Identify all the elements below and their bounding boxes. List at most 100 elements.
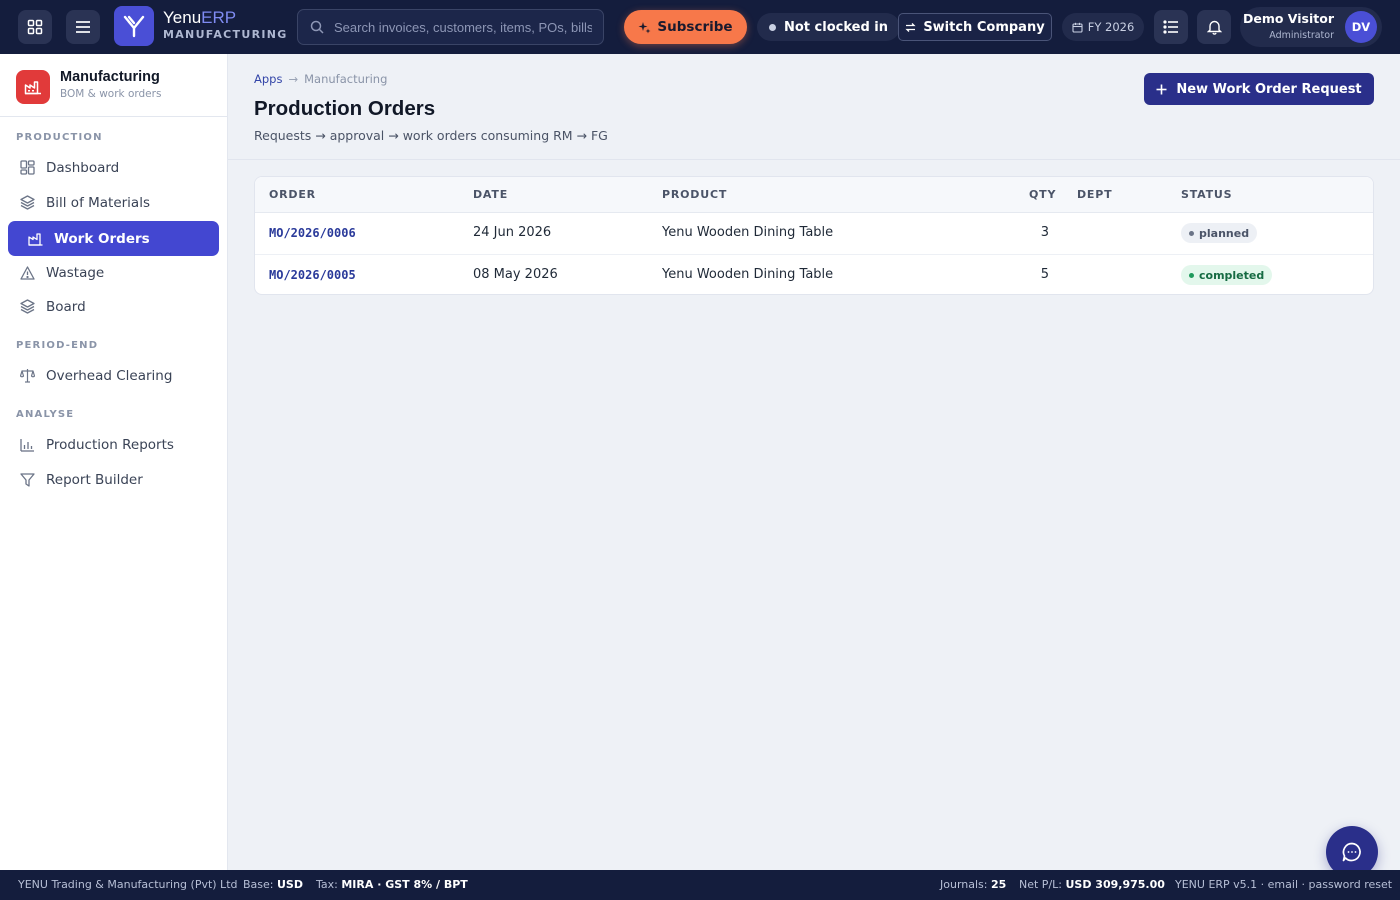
sidebar-item-dashboard[interactable]: Dashboard [8, 150, 219, 185]
table-row[interactable]: MO/2026/0006 24 Jun 2026 Yenu Wooden Din… [255, 213, 1373, 254]
task-list-button[interactable] [1154, 10, 1188, 44]
sidebar-item-label: Board [46, 298, 86, 315]
user-menu[interactable]: Demo Visitor Administrator DV [1240, 7, 1382, 47]
scale-icon [20, 369, 35, 383]
column-header-dept[interactable]: DEPT [1077, 188, 1112, 201]
plus-icon [1156, 84, 1167, 94]
sidebar-item-board[interactable]: Board [8, 289, 219, 324]
sidebar-item-report-builder[interactable]: Report Builder [8, 462, 219, 497]
sidebar-item-production-reports[interactable]: Production Reports [8, 427, 219, 462]
page-title: Production Orders [254, 97, 436, 120]
footer-pl-value: USD 309,975.00 [1065, 878, 1165, 891]
hamburger-icon [76, 21, 90, 33]
filter-icon [20, 472, 35, 487]
global-search[interactable] [297, 9, 604, 45]
switch-company-button[interactable]: Switch Company [898, 13, 1052, 41]
top-bar: YenuERP MANUFACTURING Subscribe Not cloc… [0, 0, 1400, 54]
bar-chart-icon [20, 438, 34, 452]
fiscal-year-label: FY 2026 [1087, 20, 1135, 34]
factory-icon [28, 232, 43, 246]
footer-base-currency: Base: USD [243, 878, 303, 891]
new-work-order-request-label: New Work Order Request [1176, 81, 1362, 97]
apps-grid-button[interactable] [18, 10, 52, 44]
footer-net-pl: Net P/L: USD 309,975.00 [1019, 878, 1165, 891]
column-header-date[interactable]: DATE [473, 188, 508, 201]
status-badge: planned [1181, 223, 1258, 243]
fiscal-year-selector[interactable]: FY 2026 [1062, 13, 1144, 41]
switch-company-label: Switch Company [923, 19, 1045, 35]
footer-tax-value: MIRA · GST 8% / BPT [341, 878, 468, 891]
brand-logo[interactable] [114, 6, 154, 46]
layers-icon [20, 299, 35, 314]
brand-text: YenuERP MANUFACTURING [163, 8, 288, 42]
menu-toggle-button[interactable] [66, 10, 100, 44]
brand-name-suffix: ERP [201, 8, 237, 27]
status-dot-icon [1189, 272, 1194, 278]
sidebar-item-overhead-clearing[interactable]: Overhead Clearing [8, 358, 219, 393]
column-header-product[interactable]: PRODUCT [662, 188, 727, 201]
table-header: ORDER DATE PRODUCT QTY DEPT STATUS [255, 177, 1373, 213]
factory-app-icon [16, 70, 50, 104]
yenu-logo-icon [123, 15, 145, 38]
apps-grid-icon [27, 19, 43, 35]
column-header-status[interactable]: STATUS [1181, 188, 1232, 201]
sidebar-item-label: Bill of Materials [46, 194, 150, 211]
dashboard-icon [20, 160, 35, 175]
page-subtitle: Requests → approval → work orders consum… [254, 128, 608, 143]
brand-name-prefix: Yenu [163, 8, 202, 27]
search-icon [310, 20, 324, 34]
sidebar-item-label: Production Reports [46, 436, 174, 453]
status-footer: YENU Trading & Manufacturing (Pvt) Ltd B… [0, 870, 1400, 900]
section-label-analyse: ANALYSE [16, 409, 75, 420]
order-product: Yenu Wooden Dining Table [662, 267, 834, 282]
footer-company: YENU Trading & Manufacturing (Pvt) Ltd [18, 878, 238, 891]
footer-journals-label: Journals: [940, 878, 988, 891]
order-qty: 5 [1040, 267, 1049, 282]
order-number-link[interactable]: MO/2026/0006 [269, 226, 356, 240]
order-number-link[interactable]: MO/2026/0005 [269, 268, 356, 282]
breadcrumb: Apps → Manufacturing [254, 72, 387, 86]
order-qty: 3 [1040, 225, 1049, 240]
breadcrumb-apps-link[interactable]: Apps [254, 72, 282, 86]
sidebar-item-label: Wastage [46, 264, 105, 281]
subscribe-label: Subscribe [657, 19, 733, 35]
user-role: Administrator [1269, 30, 1334, 41]
footer-base-value: USD [277, 878, 303, 891]
new-work-order-request-button[interactable]: New Work Order Request [1144, 73, 1374, 105]
app-title: Manufacturing [60, 69, 160, 85]
sidebar-item-label: Work Orders [54, 230, 150, 247]
main-content: Apps → Manufacturing Production Orders R… [228, 54, 1400, 870]
column-header-order[interactable]: ORDER [269, 188, 316, 201]
subscribe-button[interactable]: Subscribe [624, 10, 747, 44]
breadcrumb-current: Manufacturing [304, 72, 388, 86]
status-dot-icon [1189, 230, 1194, 236]
footer-journals-value: 25 [990, 878, 1007, 891]
section-label-production: PRODUCTION [16, 132, 103, 143]
sidebar-item-wastage[interactable]: Wastage [8, 255, 219, 290]
status-label: completed [1199, 268, 1265, 282]
status-label: planned [1199, 226, 1250, 240]
footer-base-label: Base: [243, 878, 274, 891]
avatar: DV [1345, 11, 1377, 43]
sidebar-item-bill-of-materials[interactable]: Bill of Materials [8, 185, 219, 220]
layers-icon [20, 195, 35, 210]
notifications-button[interactable] [1197, 10, 1231, 44]
breadcrumb-separator-icon: → [288, 72, 299, 86]
footer-journals: Journals: 25 [940, 878, 1006, 891]
clock-status[interactable]: Not clocked in [757, 13, 901, 41]
sidebar: Manufacturing BOM & work orders PRODUCTI… [0, 54, 228, 870]
sidebar-item-label: Overhead Clearing [46, 367, 173, 384]
calendar-icon [1072, 22, 1083, 33]
column-header-qty[interactable]: QTY [1029, 188, 1056, 201]
search-input[interactable] [334, 19, 592, 35]
footer-version-info: YENU ERP v5.1 · email · password reset [1175, 878, 1393, 891]
table-row[interactable]: MO/2026/0005 08 May 2026 Yenu Wooden Din… [255, 254, 1373, 294]
list-icon [1163, 20, 1178, 34]
sidebar-item-work-orders[interactable]: Work Orders [8, 221, 219, 256]
production-orders-table: ORDER DATE PRODUCT QTY DEPT STATUS MO/20… [254, 176, 1374, 295]
clock-status-label: Not clocked in [784, 19, 889, 35]
footer-tax: Tax: MIRA · GST 8% / BPT [316, 878, 468, 891]
warning-icon [20, 265, 35, 280]
sidebar-item-label: Dashboard [46, 159, 120, 176]
order-date: 08 May 2026 [473, 267, 558, 282]
